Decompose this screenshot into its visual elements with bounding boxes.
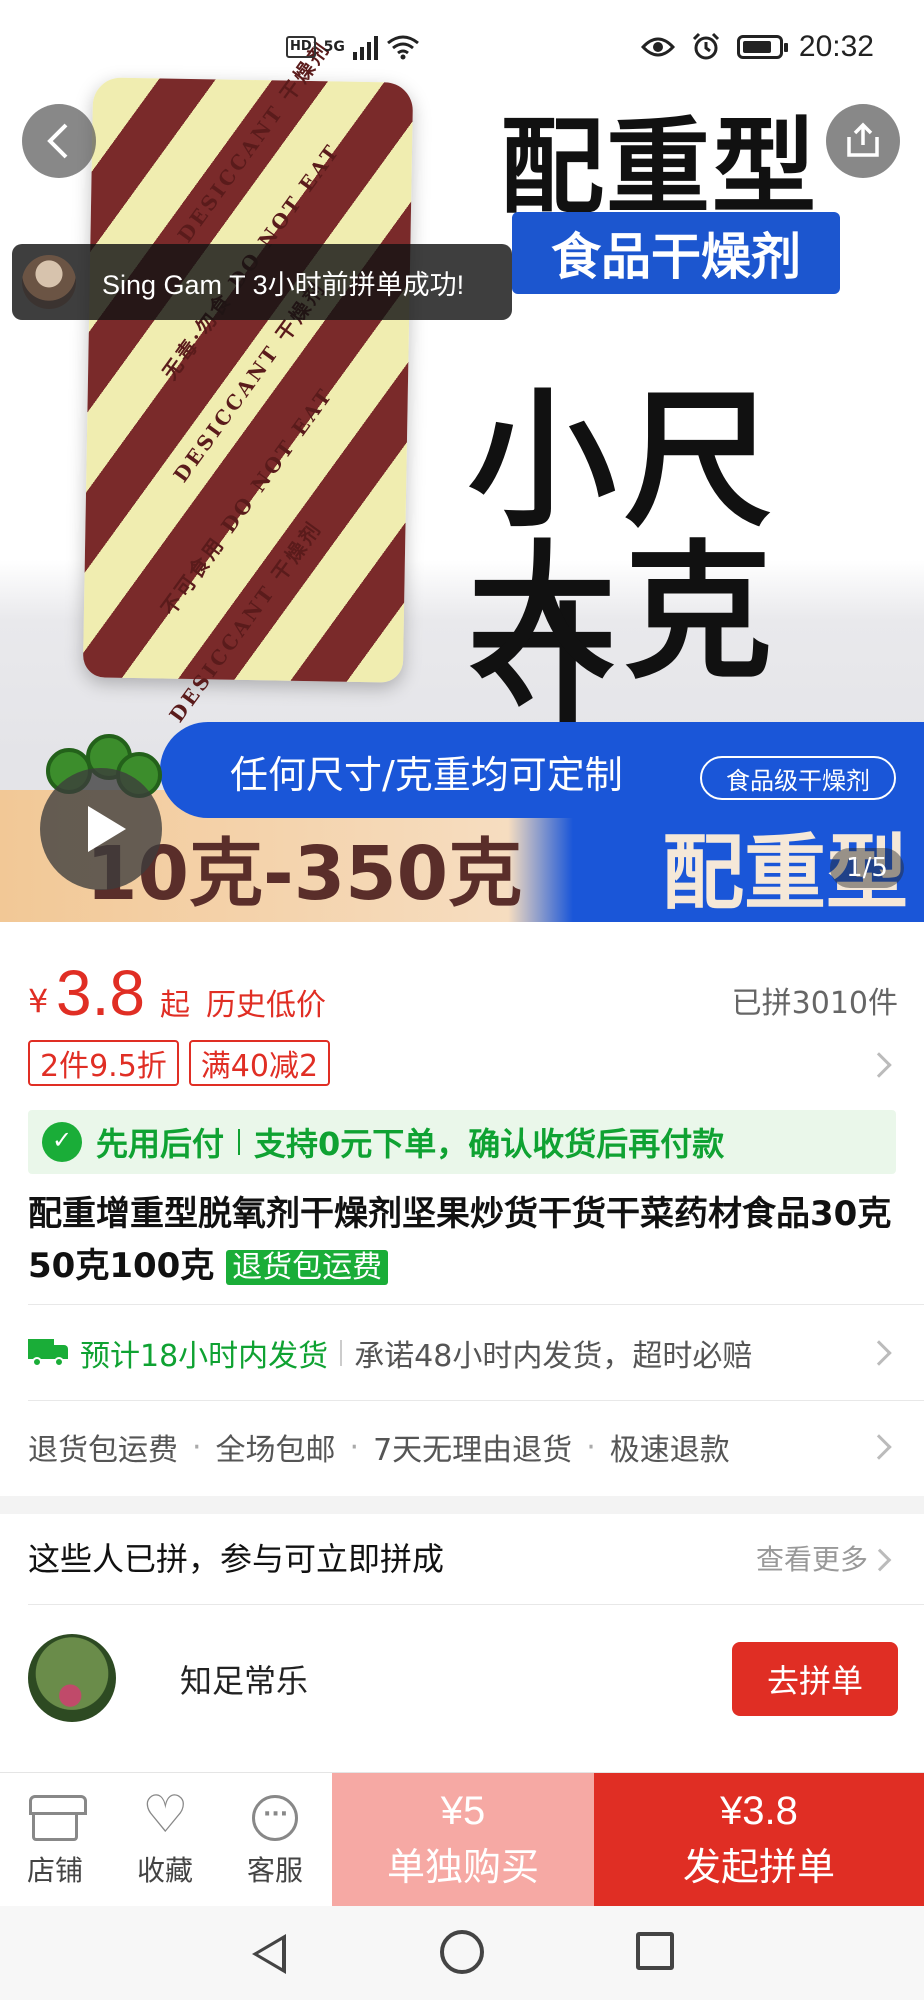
group-label: 发起拼单 bbox=[682, 1845, 835, 1889]
network-indicator: HD 5G bbox=[286, 34, 420, 60]
sold-count: 已拼3010件 bbox=[731, 986, 898, 1021]
member-name: 知足常乐 bbox=[180, 1662, 309, 1700]
truck-icon bbox=[28, 1339, 70, 1367]
price-value: 3.8 bbox=[56, 957, 145, 1029]
pay-later-badge-icon bbox=[42, 1122, 82, 1162]
return-shipping-tag: 退货包运费 bbox=[226, 1250, 389, 1285]
shipping-estimate: 预计18小时内发货 bbox=[80, 1339, 329, 1374]
wifi-icon bbox=[386, 35, 419, 60]
dot-separator: · bbox=[586, 1429, 596, 1465]
group-buy-heading: 这些人已拼，参与可立即拼成 bbox=[28, 1540, 445, 1578]
dot-separator: · bbox=[192, 1429, 202, 1465]
hero-title: 配重型 bbox=[500, 106, 819, 228]
shipping-promise: 承诺48小时内发货，超时必赔 bbox=[354, 1339, 753, 1374]
nav-home-icon[interactable] bbox=[440, 1930, 484, 1974]
group-success-toast: Sing Gam T 3小时前拼单成功! bbox=[12, 244, 512, 320]
single-price: ¥5 bbox=[440, 1789, 486, 1833]
battery-icon bbox=[736, 35, 788, 59]
dot-separator: · bbox=[349, 1429, 360, 1465]
price-suffix: 起 bbox=[160, 988, 190, 1023]
shop-button[interactable]: 店铺 bbox=[0, 1773, 110, 1907]
favorite-label: 收藏 bbox=[136, 1854, 193, 1887]
status-time: 20:32 bbox=[798, 30, 874, 63]
nav-recents-icon[interactable] bbox=[636, 1932, 674, 1970]
5g-icon: 5G bbox=[323, 39, 345, 55]
shop-label: 店铺 bbox=[26, 1854, 83, 1887]
desiccant-packet-image: DESICCANT 干燥剂 无毒·勿食 DO NOT EAT DESICCANT… bbox=[82, 36, 414, 726]
group-buy-header: 这些人已拼，参与可立即拼成 查看更多 bbox=[28, 1534, 898, 1584]
image-counter: 1/5 bbox=[830, 848, 904, 888]
hero-food-grade-badge: 食品级干燥剂 bbox=[700, 756, 896, 800]
service-item: 极速退款 bbox=[609, 1433, 730, 1468]
pay-later-title: 先用后付 bbox=[96, 1125, 225, 1163]
system-nav-bar bbox=[0, 1906, 924, 2000]
hero-custom-text: 任何尺寸/克重均可定制 bbox=[230, 753, 623, 797]
separator bbox=[238, 1129, 241, 1155]
service-item: 全场包邮 bbox=[215, 1433, 336, 1468]
signal-icon bbox=[352, 34, 378, 60]
service-item: 7天无理由退货 bbox=[373, 1433, 573, 1468]
product-title-text: 配重增重型脱氧剂干燥剂坚果炒货干货干菜药材食品30克50克100克 bbox=[28, 1194, 892, 1286]
avatar bbox=[28, 1634, 116, 1722]
toast-message: Sing Gam T 3小时前拼单成功! bbox=[102, 269, 465, 300]
heart-icon bbox=[142, 1785, 189, 1845]
group-member-row: 知足常乐 去拼单 bbox=[28, 1634, 898, 1724]
eye-icon bbox=[640, 37, 675, 57]
price-row: ¥ 3.8 起 历史低价 已拼3010件 bbox=[28, 956, 898, 1029]
shop-icon bbox=[29, 1795, 87, 1841]
hero-blue-tag: 食品干燥剂 bbox=[512, 212, 840, 294]
section-gap bbox=[0, 1496, 924, 1514]
chevron-right-icon[interactable] bbox=[866, 1052, 892, 1078]
service-label: 客服 bbox=[246, 1854, 303, 1887]
service-item: 退货包运费 bbox=[28, 1433, 178, 1468]
coupon-tag[interactable]: 满40减2 bbox=[188, 1040, 331, 1086]
coupon-list[interactable]: 2件9.5折 满40减2 bbox=[28, 1040, 331, 1086]
single-label: 单独购买 bbox=[386, 1845, 539, 1889]
pay-later-desc: 支持0元下单，确认收货后再付款 bbox=[254, 1125, 725, 1163]
group-price: ¥3.8 bbox=[720, 1789, 798, 1833]
join-group-button[interactable]: 去拼单 bbox=[732, 1642, 898, 1716]
service-guarantees-row[interactable]: 退货包运费 · 全场包邮 · 7天无理由退货 · 极速退款 bbox=[28, 1422, 898, 1472]
pay-later-banner[interactable]: 先用后付 支持0元下单，确认收货后再付款 bbox=[28, 1110, 896, 1174]
coupon-tag[interactable]: 2件9.5折 bbox=[28, 1040, 179, 1086]
status-bar: HD 5G 20:32 bbox=[0, 0, 924, 100]
chevron-left-icon bbox=[47, 123, 68, 159]
favorite-button[interactable]: 收藏 bbox=[110, 1773, 220, 1907]
bottom-action-bar: 店铺 收藏 客服 ¥5 单独购买 ¥3.8 发起拼单 bbox=[0, 1772, 924, 1907]
currency-symbol: ¥ bbox=[28, 982, 49, 1020]
product-title: 配重增重型脱氧剂干燥剂坚果炒货干货干菜药材食品30克50克100克 退货包运费 bbox=[28, 1188, 898, 1294]
divider bbox=[28, 1304, 924, 1305]
view-more-link[interactable]: 查看更多 bbox=[756, 1538, 868, 1578]
alarm-icon bbox=[692, 32, 719, 60]
video-play-button[interactable] bbox=[40, 768, 162, 890]
divider bbox=[28, 1400, 924, 1401]
hd-icon: HD bbox=[286, 36, 316, 58]
toast-avatar bbox=[22, 255, 76, 309]
packet-text-line: 不可食用 DO NOT EAT bbox=[156, 382, 338, 620]
share-button[interactable] bbox=[826, 104, 900, 178]
shipping-row[interactable]: 预计18小时内发货 承诺48小时内发货，超时必赔 bbox=[28, 1328, 898, 1378]
separator bbox=[340, 1340, 343, 1366]
start-group-buy-button[interactable]: ¥3.8 发起拼单 bbox=[594, 1773, 924, 1907]
back-button[interactable] bbox=[22, 104, 96, 178]
buy-alone-button[interactable]: ¥5 单独购买 bbox=[332, 1773, 594, 1907]
chat-icon bbox=[252, 1795, 298, 1841]
customer-service-button[interactable]: 客服 bbox=[220, 1773, 330, 1907]
packet-text-line: DESICCANT 干燥剂 bbox=[163, 515, 327, 727]
nav-back-icon[interactable] bbox=[252, 1934, 286, 1974]
divider bbox=[28, 1604, 924, 1605]
history-low-tag: 历史低价 bbox=[206, 988, 326, 1023]
share-icon bbox=[847, 122, 879, 157]
